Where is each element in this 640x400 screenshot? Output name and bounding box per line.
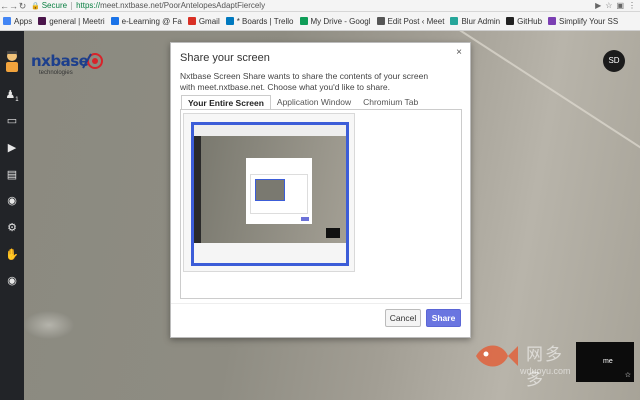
bookmark-label: e-Learning @ Fa — [121, 16, 182, 26]
thumbnail-self-view — [326, 228, 340, 238]
source-list — [180, 109, 462, 299]
bookmark-item[interactable]: Apps — [3, 17, 32, 26]
lock-icon: 🔒 — [31, 2, 40, 10]
bookmark-item[interactable]: My Drive - Googl — [299, 16, 371, 26]
bookmark-label: * Boards | Trello — [236, 16, 294, 26]
bookmark-label: Gmail — [198, 16, 220, 26]
view-icon[interactable]: ◉ — [0, 273, 24, 289]
bookmark-label: My Drive - Googl — [310, 16, 371, 26]
thumbnail-share-button — [301, 217, 309, 221]
thumbnail-browser-bar — [194, 125, 346, 136]
star-icon[interactable]: ☆ — [625, 371, 631, 379]
bookmark-item[interactable]: GitHub — [506, 17, 542, 26]
bookmark-item[interactable]: Edit Post ‹ Meet — [376, 16, 445, 26]
url-scheme: https:// — [76, 1, 101, 10]
bookmark-item[interactable]: Gmail — [187, 16, 220, 26]
dialog-description: Nxtbase Screen Share wants to share the … — [180, 71, 429, 92]
cast-icon[interactable]: ▶ — [595, 1, 601, 10]
dialog-divider — [171, 303, 470, 304]
reload-icon[interactable]: ↻ — [18, 1, 27, 11]
thumbnail-nested-screen — [255, 179, 285, 201]
address-bar[interactable]: ← → ↻ 🔒 Secure https://meet.nxtbase.net/… — [0, 0, 640, 12]
trello-icon — [225, 17, 234, 25]
url-text[interactable]: https://meet.nxtbase.net/PoorAntelopesAd… — [76, 1, 265, 10]
watermark: 网多多 wduoyu.com — [468, 330, 578, 389]
extension-icon[interactable]: ▣ — [616, 1, 624, 10]
secure-label: Secure — [41, 1, 68, 10]
bookmark-label: Blur Admin — [461, 16, 501, 26]
fish-logo-icon — [476, 345, 518, 367]
close-icon[interactable]: × — [456, 47, 462, 58]
self-view-video[interactable]: me ☆ — [576, 342, 634, 382]
chart-icon — [450, 17, 459, 25]
bookmark-item[interactable]: e-Learning @ Fa — [110, 16, 182, 26]
thumbnail-panel — [250, 174, 308, 214]
wordpress-icon — [376, 17, 385, 25]
bookmark-label: Simplify Your SS — [559, 16, 619, 26]
bookmark-item[interactable]: Simplify Your SS — [548, 17, 618, 26]
forward-icon[interactable]: → — [9, 1, 18, 11]
raise-hand-icon[interactable]: ✋ — [0, 247, 24, 263]
screen-option[interactable] — [183, 113, 355, 272]
url-host: meet.nxtbase.net — [100, 1, 162, 10]
menu-icon[interactable]: ⋮ — [628, 1, 636, 10]
tab-chromium-tab[interactable]: Chromium Tab — [357, 95, 424, 110]
bookmark-label: Edit Post ‹ Meet — [387, 16, 445, 26]
apps-grid-icon — [3, 17, 11, 25]
participants-icon[interactable]: ♟1 — [0, 87, 24, 103]
thumbnail-taskbar — [194, 243, 346, 263]
chat-icon[interactable]: ▭ — [0, 113, 24, 129]
record-icon[interactable]: ◉ — [0, 193, 24, 209]
star-icon[interactable]: ☆ — [605, 1, 612, 10]
bookmark-item[interactable]: Blur Admin — [450, 17, 500, 26]
tab-application-window[interactable]: Application Window — [271, 95, 357, 110]
source-tabs: Your Entire Screen Application Window Ch… — [181, 95, 424, 110]
settings-icon[interactable]: ⚙ — [0, 220, 24, 236]
logo-wordmark: nxbase — [31, 52, 89, 70]
address-divider — [71, 1, 73, 10]
user-initials-avatar[interactable]: SD — [603, 50, 625, 72]
share-button[interactable]: Share — [426, 309, 461, 327]
bookmark-item[interactable]: general | Meetri — [38, 16, 105, 26]
watermark-text: 网多多 — [526, 345, 564, 389]
bookmark-label: general | Meetri — [49, 16, 105, 26]
bookmark-icon — [110, 17, 119, 25]
screen-thumbnail[interactable] — [191, 122, 349, 266]
logo-mark-icon — [82, 53, 103, 69]
dialog-title: Share your screen — [180, 52, 270, 64]
bookmark-label: Apps — [14, 16, 33, 26]
slack-icon — [38, 17, 47, 25]
url-path: /PoorAntelopesAdaptFiercely — [161, 1, 266, 10]
drive-icon — [299, 17, 308, 25]
bookmarks-bar: Apps general | Meetri e-Learning @ Fa Gmail… — [0, 12, 640, 31]
github-icon — [506, 17, 515, 25]
tab-entire-screen[interactable]: Your Entire Screen — [181, 95, 271, 110]
document-icon[interactable]: ▤ — [0, 167, 24, 183]
ceiling-lamp — [24, 311, 74, 339]
bookmark-icon — [548, 17, 557, 25]
thumbnail-dialog — [246, 158, 312, 224]
gmail-icon — [187, 17, 196, 25]
left-toolbar: ♟1 ▭ ▶ ▤ ◉ ⚙ ✋ ◉ — [0, 31, 24, 400]
address-actions: ▶ ☆ ▣ ⋮ — [595, 1, 640, 10]
watermark-url: wduoyu.com — [520, 366, 571, 376]
play-icon[interactable]: ▶ — [0, 140, 24, 156]
share-screen-dialog: Share your screen × Nxtbase Screen Share… — [170, 42, 471, 338]
bookmark-item[interactable]: * Boards | Trello — [225, 16, 294, 26]
user-avatar-icon[interactable] — [4, 50, 20, 72]
thumbnail-rail — [194, 136, 201, 246]
self-view-label: me — [603, 358, 613, 365]
back-icon[interactable]: ← — [0, 1, 9, 11]
logo-tagline: technologies — [39, 70, 73, 76]
cancel-button[interactable]: Cancel — [385, 309, 421, 327]
nxbase-logo: nxbase technologies — [31, 52, 111, 82]
secure-indicator[interactable]: 🔒 Secure — [31, 1, 67, 10]
thumbnail-scene — [201, 136, 346, 246]
participants-badge: 1 — [15, 97, 19, 104]
bookmark-label: GitHub — [517, 16, 543, 26]
